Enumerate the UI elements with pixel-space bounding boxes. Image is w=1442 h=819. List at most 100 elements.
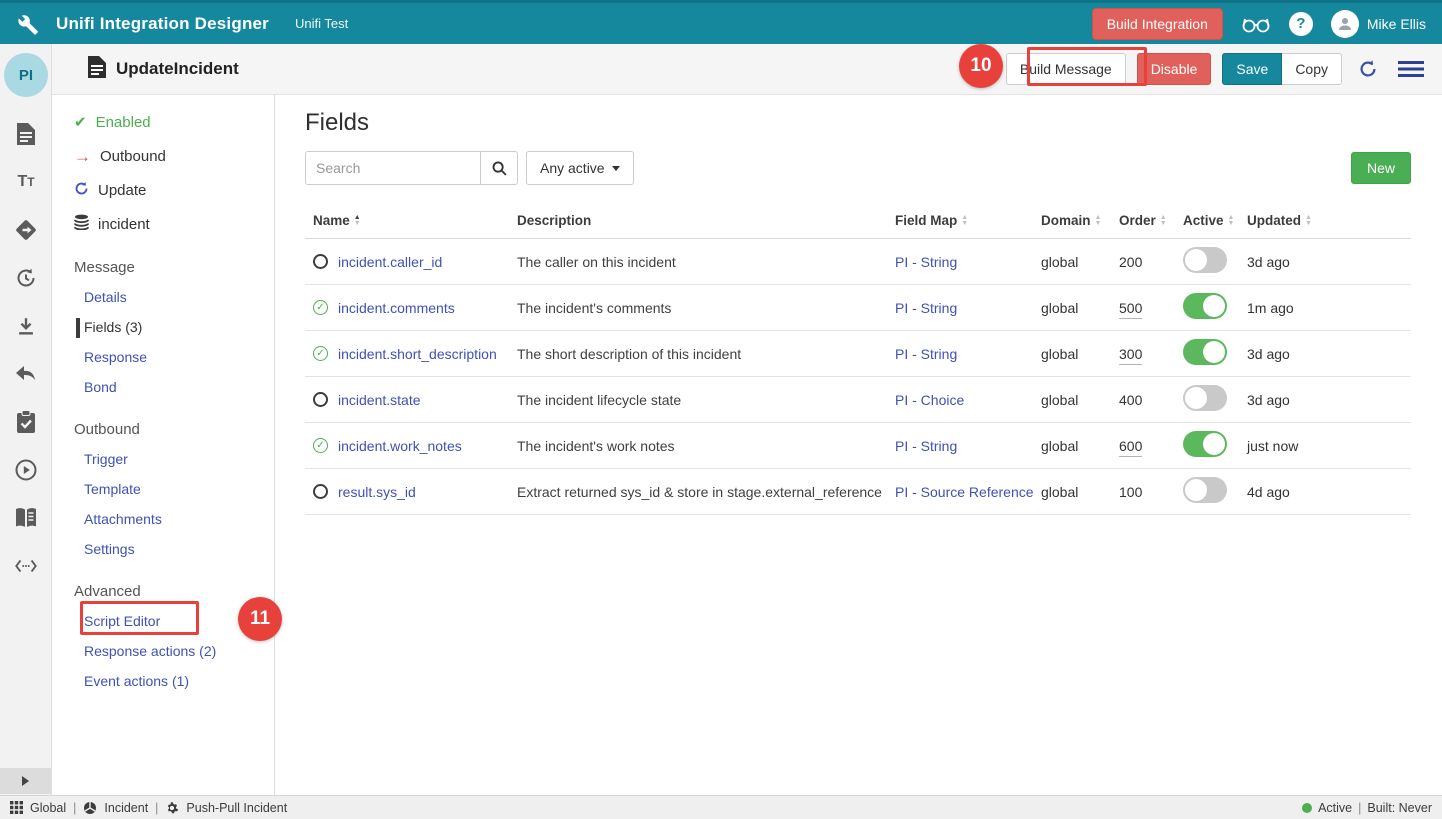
clipboard-check-icon[interactable] (14, 410, 38, 434)
active-toggle[interactable] (1183, 339, 1227, 365)
download-icon[interactable] (14, 314, 38, 338)
status-bar: Global | Incident | Push-Pull Incident A… (0, 795, 1442, 819)
reply-icon[interactable] (14, 362, 38, 386)
process-label[interactable]: Push-Pull Incident (186, 801, 287, 815)
field-name-link[interactable]: incident.short_description (338, 346, 497, 362)
annotation-step-badge-10: 10 (959, 44, 1003, 88)
nav-item-trigger[interactable]: Trigger (52, 445, 274, 475)
field-order: 400 (1119, 392, 1183, 408)
table-label[interactable]: Incident (104, 801, 148, 815)
field-order: 200 (1119, 254, 1183, 270)
field-name-link[interactable]: result.sys_id (338, 484, 416, 500)
message-nav-panel: ✔ Enabled → Outbound Update incident Mes… (52, 95, 275, 795)
active-filter-dropdown[interactable]: Any active (526, 151, 634, 185)
refresh-icon[interactable] (1353, 54, 1383, 84)
text-fields-icon[interactable]: TT (14, 170, 38, 194)
field-name-link[interactable]: incident.work_notes (338, 438, 462, 454)
column-header-updated[interactable]: Updated ▲▼ (1247, 213, 1411, 228)
annotation-step-badge-11: 11 (238, 597, 282, 641)
field-domain: global (1041, 484, 1119, 500)
save-button[interactable]: Save (1222, 53, 1282, 85)
table-row: ✓ incident.short_description The short d… (305, 331, 1411, 377)
column-header-order[interactable]: Order ▲▼ (1119, 213, 1183, 228)
nav-item-response[interactable]: Response (52, 343, 274, 373)
play-circle-icon[interactable] (14, 458, 38, 482)
field-name-link[interactable]: incident.caller_id (338, 254, 442, 270)
copy-button[interactable]: Copy (1282, 53, 1342, 85)
history-icon[interactable] (14, 266, 38, 290)
gear-icon (165, 801, 179, 815)
menu-hamburger-icon[interactable] (1394, 55, 1428, 83)
column-header-field-map[interactable]: Field Map ▲▼ (895, 213, 1041, 228)
sort-icon: ▲▼ (354, 215, 361, 227)
field-domain: global (1041, 392, 1119, 408)
column-header-description[interactable]: Description (517, 213, 895, 228)
glasses-icon[interactable] (1241, 14, 1271, 34)
field-map-link[interactable]: PI - Source Reference (895, 484, 1041, 500)
active-toggle[interactable] (1183, 431, 1227, 457)
field-updated: 4d ago (1247, 484, 1411, 500)
field-description: The incident lifecycle state (517, 392, 895, 408)
field-map-link[interactable]: PI - String (895, 438, 1041, 454)
user-menu[interactable]: Mike Ellis (1331, 10, 1426, 38)
table-row: incident.caller_id The caller on this in… (305, 239, 1411, 285)
directions-icon[interactable] (14, 218, 38, 242)
documentation-book-icon[interactable] (14, 506, 38, 530)
column-header-name[interactable]: Name ▲▼ (305, 213, 517, 228)
help-icon[interactable]: ? (1289, 12, 1313, 36)
chevron-down-icon (612, 166, 620, 171)
code-icon[interactable] (14, 554, 38, 578)
column-header-active[interactable]: Active ▲▼ (1183, 213, 1247, 228)
sort-icon: ▲▼ (1228, 215, 1235, 227)
search-icon[interactable] (480, 151, 518, 185)
field-status-icon: ✓ (313, 346, 328, 361)
nav-item-attachments[interactable]: Attachments (52, 505, 274, 535)
active-toggle[interactable] (1183, 247, 1227, 273)
app-subtitle: Unifi Test (295, 16, 348, 31)
active-toggle[interactable] (1183, 385, 1227, 411)
field-name-link[interactable]: incident.comments (338, 300, 455, 316)
field-description: The incident's work notes (517, 438, 895, 454)
field-status-icon (313, 484, 328, 499)
nav-status-outbound[interactable]: → Outbound (52, 139, 274, 173)
integration-avatar[interactable]: PI (4, 53, 48, 97)
nav-item-fields[interactable]: Fields (3) (52, 313, 274, 343)
active-toggle[interactable] (1183, 293, 1227, 319)
field-map-link[interactable]: PI - String (895, 346, 1041, 362)
scope-label[interactable]: Global (30, 801, 66, 815)
built-status-label: Built: Never (1367, 801, 1432, 815)
field-description: The caller on this incident (517, 254, 895, 270)
bond-icon (83, 801, 97, 815)
field-map-link[interactable]: PI - String (895, 300, 1041, 316)
nav-item-response-actions[interactable]: Response actions (2) (52, 637, 274, 667)
field-map-link[interactable]: PI - Choice (895, 392, 1041, 408)
nav-status-update[interactable]: Update (52, 173, 274, 207)
column-header-domain[interactable]: Domain ▲▼ (1041, 213, 1119, 228)
field-name-link[interactable]: incident.state (338, 392, 421, 408)
field-order: 100 (1119, 484, 1183, 500)
nav-item-event-actions[interactable]: Event actions (1) (52, 667, 274, 697)
document-icon[interactable] (14, 122, 38, 146)
field-status-icon (313, 392, 328, 407)
search-input[interactable] (305, 151, 480, 185)
new-button[interactable]: New (1351, 152, 1411, 184)
fields-main-panel: Fields Any active New Name ▲▼ Descriptio… (275, 95, 1442, 795)
field-domain: global (1041, 254, 1119, 270)
sync-icon (74, 181, 89, 200)
active-toggle[interactable] (1183, 477, 1227, 503)
disable-button[interactable]: Disable (1137, 53, 1212, 85)
nav-status-incident[interactable]: incident (52, 207, 274, 241)
nav-item-settings[interactable]: Settings (52, 535, 274, 565)
check-icon: ✔ (74, 113, 87, 131)
page-document-title: UpdateIncident (116, 59, 239, 79)
nav-header-message: Message (52, 253, 274, 283)
nav-item-details[interactable]: Details (52, 283, 274, 313)
expand-rail-button[interactable] (0, 768, 51, 794)
field-domain: global (1041, 346, 1119, 362)
nav-item-template[interactable]: Template (52, 475, 274, 505)
build-integration-button[interactable]: Build Integration (1092, 8, 1223, 40)
field-map-link[interactable]: PI - String (895, 254, 1041, 270)
nav-status-enabled[interactable]: ✔ Enabled (52, 105, 274, 139)
nav-item-bond[interactable]: Bond (52, 373, 274, 403)
annotation-highlight-script-editor (80, 601, 199, 635)
